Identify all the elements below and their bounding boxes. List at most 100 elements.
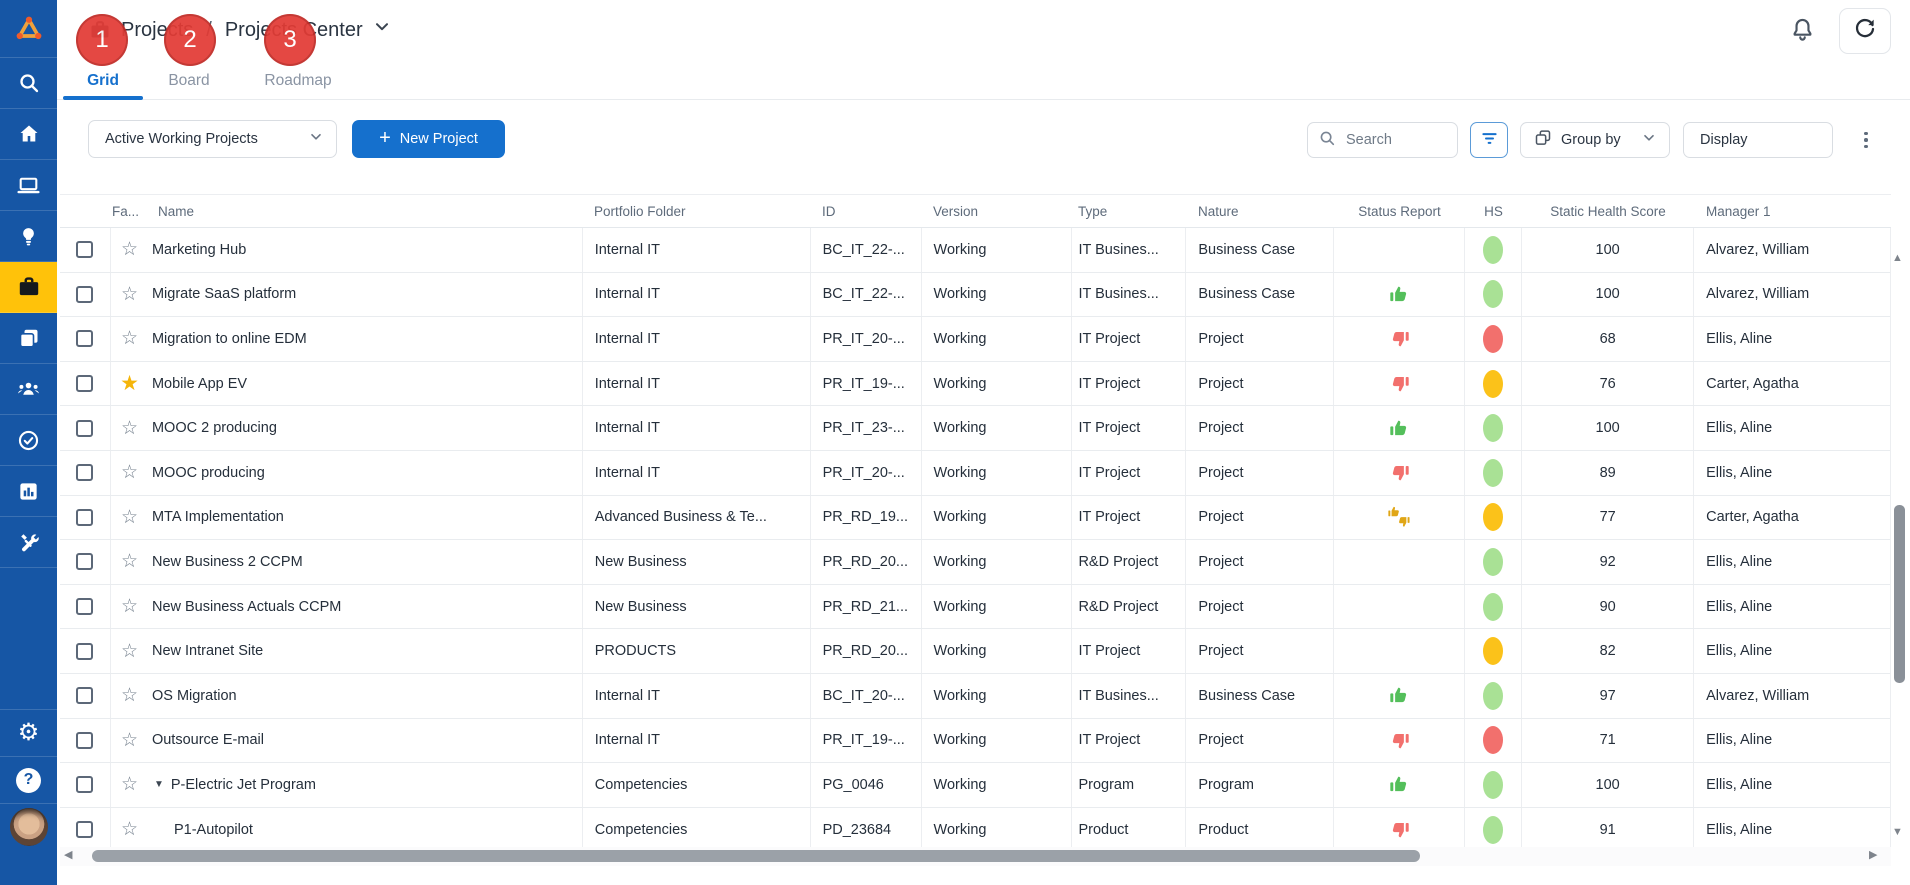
sidebar-item-portfolios[interactable] bbox=[0, 313, 57, 364]
table-row[interactable]: ☆ ▼P-Electric Jet Program Competencies P… bbox=[60, 763, 1890, 808]
new-project-button[interactable]: + New Project bbox=[352, 120, 505, 158]
table-row[interactable]: ★ Mobile App EV Internal IT PR_IT_19-...… bbox=[60, 362, 1890, 407]
row-checkbox[interactable] bbox=[76, 776, 93, 793]
sidebar-item-logo[interactable] bbox=[0, 0, 57, 58]
column-header-id[interactable]: ID bbox=[810, 195, 921, 227]
tab-roadmap[interactable]: Roadmap bbox=[252, 66, 344, 96]
column-header-type[interactable]: Type bbox=[1072, 195, 1186, 227]
cell-hs bbox=[1464, 317, 1521, 361]
sidebar-item-help[interactable]: ? bbox=[0, 756, 57, 803]
refresh-button[interactable] bbox=[1839, 8, 1891, 54]
table-row[interactable]: ☆ Migration to online EDM Internal IT PR… bbox=[60, 317, 1890, 362]
chevron-down-icon[interactable] bbox=[372, 17, 392, 43]
cell-type: IT Project bbox=[1071, 317, 1185, 361]
favorite-star-icon[interactable]: ☆ bbox=[121, 329, 138, 348]
column-header-manager[interactable]: Manager 1 bbox=[1694, 195, 1891, 227]
favorite-star-icon[interactable]: ☆ bbox=[121, 285, 138, 304]
column-header-nature[interactable]: Nature bbox=[1186, 195, 1334, 227]
tab-grid[interactable]: Grid bbox=[63, 66, 143, 96]
table-row[interactable]: ☆ OS Migration Internal IT BC_IT_20-... … bbox=[60, 674, 1890, 719]
view-filter-select[interactable]: Active Working Projects bbox=[88, 120, 337, 158]
sidebar-item-projects[interactable] bbox=[0, 262, 57, 313]
sidebar-item-workspace[interactable] bbox=[0, 160, 57, 211]
sidebar-item-admin[interactable] bbox=[0, 517, 57, 568]
group-by-button[interactable]: Group by bbox=[1520, 122, 1670, 158]
table-row[interactable]: ☆ P1-Autopilot Competencies PD_23684 Wor… bbox=[60, 808, 1890, 848]
search-input[interactable] bbox=[1344, 131, 1447, 149]
table-row[interactable]: ☆ Outsource E-mail Internal IT PR_IT_19-… bbox=[60, 719, 1890, 764]
column-header-star[interactable]: Fa... bbox=[110, 195, 148, 227]
favorite-star-icon[interactable]: ☆ bbox=[121, 686, 138, 705]
favorite-star-icon[interactable]: ☆ bbox=[121, 597, 138, 616]
column-header-check[interactable] bbox=[60, 195, 110, 227]
sidebar-item-search[interactable] bbox=[0, 58, 57, 109]
vertical-scrollbar-thumb[interactable] bbox=[1894, 505, 1905, 683]
column-header-name[interactable]: Name bbox=[148, 195, 582, 227]
cell-status-report bbox=[1333, 629, 1464, 673]
favorite-star-icon[interactable]: ☆ bbox=[121, 552, 138, 571]
sidebar-item-settings[interactable]: ⚙ bbox=[0, 709, 57, 756]
row-checkbox[interactable] bbox=[76, 241, 93, 258]
collapse-caret-icon[interactable]: ▼ bbox=[154, 779, 164, 790]
table-row[interactable]: ☆ MOOC 2 producing Internal IT PR_IT_23-… bbox=[60, 406, 1890, 451]
search-box[interactable] bbox=[1307, 122, 1458, 158]
row-checkbox[interactable] bbox=[76, 330, 93, 347]
sidebar-item-home[interactable] bbox=[0, 109, 57, 160]
column-header-status[interactable]: Status Report bbox=[1334, 195, 1465, 227]
scroll-down-arrow[interactable]: ▼ bbox=[1892, 827, 1903, 838]
table-row[interactable]: ☆ Migrate SaaS platform Internal IT BC_I… bbox=[60, 273, 1890, 318]
health-indicator bbox=[1483, 637, 1503, 665]
row-checkbox[interactable] bbox=[76, 643, 93, 660]
cell-portfolio-folder: Internal IT bbox=[582, 674, 810, 718]
health-indicator bbox=[1483, 459, 1503, 487]
more-options-kebab-icon[interactable] bbox=[1854, 124, 1878, 156]
display-button[interactable]: Display bbox=[1683, 122, 1833, 158]
tab-board[interactable]: Board bbox=[160, 66, 218, 96]
thumbs-mixed-icon bbox=[1387, 505, 1411, 529]
favorite-star-icon[interactable]: ☆ bbox=[121, 508, 138, 527]
scroll-up-arrow[interactable]: ▲ bbox=[1892, 253, 1903, 264]
row-checkbox[interactable] bbox=[76, 687, 93, 704]
column-header-portfolio[interactable]: Portfolio Folder bbox=[582, 195, 810, 227]
row-checkbox[interactable] bbox=[76, 821, 93, 838]
row-checkbox[interactable] bbox=[76, 732, 93, 749]
table-row[interactable]: ☆ New Business Actuals CCPM New Business… bbox=[60, 585, 1890, 630]
horizontal-scrollbar-thumb[interactable] bbox=[92, 850, 1420, 862]
sidebar-item-goals[interactable] bbox=[0, 415, 57, 466]
sidebar-item-teams[interactable] bbox=[0, 364, 57, 415]
favorite-star-icon[interactable]: ☆ bbox=[121, 731, 138, 750]
favorite-star-icon[interactable]: ☆ bbox=[121, 820, 138, 839]
cell-portfolio-folder: New Business bbox=[582, 585, 810, 629]
sidebar-item-reports[interactable] bbox=[0, 466, 57, 517]
row-checkbox[interactable] bbox=[76, 375, 93, 392]
row-checkbox[interactable] bbox=[76, 553, 93, 570]
row-checkbox[interactable] bbox=[76, 286, 93, 303]
row-checkbox[interactable] bbox=[76, 420, 93, 437]
column-header-score[interactable]: Static Health Score bbox=[1522, 195, 1694, 227]
scroll-left-arrow[interactable]: ◀ bbox=[64, 850, 72, 861]
table-row[interactable]: ☆ New Business 2 CCPM New Business PR_RD… bbox=[60, 540, 1890, 585]
scroll-right-arrow[interactable]: ▶ bbox=[1869, 850, 1877, 861]
sidebar-item-ideas[interactable] bbox=[0, 211, 57, 262]
favorite-star-icon[interactable]: ★ bbox=[120, 373, 139, 394]
favorite-star-icon[interactable]: ☆ bbox=[121, 240, 138, 259]
column-header-version[interactable]: Version bbox=[921, 195, 1072, 227]
row-checkbox[interactable] bbox=[76, 509, 93, 526]
column-header-hs[interactable]: HS bbox=[1465, 195, 1522, 227]
sidebar-item-profile[interactable] bbox=[0, 803, 57, 850]
cell-portfolio-folder: Competencies bbox=[582, 808, 810, 848]
chevron-down-icon bbox=[308, 129, 324, 149]
favorite-star-icon[interactable]: ☆ bbox=[121, 419, 138, 438]
favorite-star-icon[interactable]: ☆ bbox=[121, 463, 138, 482]
help-icon: ? bbox=[16, 768, 41, 793]
table-row[interactable]: ☆ New Intranet Site PRODUCTS PR_RD_20...… bbox=[60, 629, 1890, 674]
notifications-button[interactable] bbox=[1784, 14, 1820, 50]
favorite-star-icon[interactable]: ☆ bbox=[121, 642, 138, 661]
filter-button[interactable] bbox=[1470, 122, 1508, 158]
table-row[interactable]: ☆ MTA Implementation Advanced Business &… bbox=[60, 496, 1890, 541]
row-checkbox[interactable] bbox=[76, 464, 93, 481]
row-checkbox[interactable] bbox=[76, 598, 93, 615]
table-row[interactable]: ☆ MOOC producing Internal IT PR_IT_20-..… bbox=[60, 451, 1890, 496]
favorite-star-icon[interactable]: ☆ bbox=[121, 775, 138, 794]
table-row[interactable]: ☆ Marketing Hub Internal IT BC_IT_22-...… bbox=[60, 228, 1890, 273]
